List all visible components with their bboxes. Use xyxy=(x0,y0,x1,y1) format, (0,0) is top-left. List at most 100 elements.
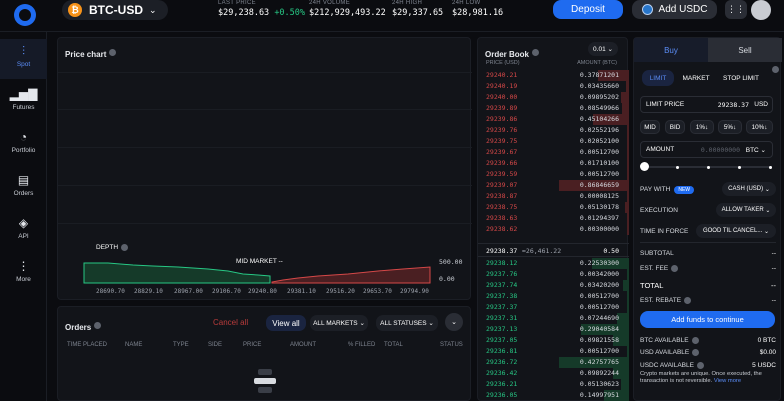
ask-price: 29240.19 xyxy=(486,82,518,90)
view-more-link[interactable]: View more xyxy=(714,378,741,384)
sidebar-item-more[interactable]: ⋮ More xyxy=(0,254,47,294)
bid-row[interactable]: 29237.05 0.09821558 xyxy=(478,335,629,346)
chip-10pct[interactable]: 10%↓ xyxy=(746,120,773,134)
collapse-chevron-icon[interactable]: ⌄ xyxy=(445,313,463,331)
bid-row[interactable]: 29236.21 0.05130623 xyxy=(478,379,629,390)
apps-grid-icon[interactable]: ⋮⋮ xyxy=(725,0,747,19)
trade-panel: Buy Sell LIMIT MARKET STOP LIMIT LIMIT P… xyxy=(633,37,782,401)
execution-dropdown[interactable]: ALLOW TAKER ⌄ xyxy=(716,203,776,217)
bid-amount: 0.03420200 xyxy=(579,281,619,289)
ask-row[interactable]: 29240.00 0.09895202 xyxy=(478,92,629,103)
add-funds-button[interactable]: Add funds to continue xyxy=(640,311,775,328)
sidebar-item-portfolio[interactable]: ◔ Portfolio xyxy=(0,125,47,165)
cancel-all-button[interactable]: Cancel all xyxy=(213,318,248,327)
order-type-market[interactable]: MARKET xyxy=(678,70,714,86)
info-icon[interactable] xyxy=(94,322,102,330)
market-selector[interactable]: ₿ BTC-USD ⌄ xyxy=(62,0,168,20)
chip-1pct[interactable]: 1%↓ xyxy=(690,120,714,134)
bid-row[interactable]: 29237.74 0.03420200 xyxy=(478,280,629,291)
info-icon[interactable] xyxy=(696,362,704,369)
bid-amount: 0.00512700 xyxy=(579,292,619,300)
ask-row[interactable]: 29239.89 0.08549966 xyxy=(478,103,629,114)
view-all-button[interactable]: View all xyxy=(266,315,306,331)
ask-price: 29238.75 xyxy=(486,203,518,211)
sidebar-item-orders[interactable]: ▤ Orders xyxy=(0,168,47,208)
sidebar: ⫶ Spot ▂▅▇ Futures ◔ Portfolio ▤ Orders ◈ API… xyxy=(0,32,47,401)
orders-panel: Orders Cancel all View all ALL MARKETS ⌄… xyxy=(57,306,471,401)
bid-price: 29236.72 xyxy=(486,358,518,366)
logo-icon[interactable] xyxy=(14,4,36,26)
ask-row[interactable]: 29238.62 0.00300000 xyxy=(478,224,629,235)
chip-bid[interactable]: BID xyxy=(665,120,685,134)
avatar[interactable] xyxy=(751,0,771,20)
sidebar-item-futures[interactable]: ▂▅▇ Futures xyxy=(0,82,47,122)
pay-with-dropdown[interactable]: CASH (USD) ⌄ xyxy=(722,182,776,196)
bid-depth-area xyxy=(83,262,271,284)
ask-depth-bar xyxy=(622,103,629,114)
bid-row[interactable]: 29236.05 0.14997951 xyxy=(478,390,629,401)
amount-input[interactable]: 0.00000000 xyxy=(701,146,740,154)
ask-amount: 0.02552196 xyxy=(579,126,619,134)
ask-row[interactable]: 29239.07 0.86846659 xyxy=(478,180,629,191)
ask-row[interactable]: 29239.66 0.01710100 xyxy=(478,158,629,169)
order-type-limit[interactable]: LIMIT xyxy=(642,70,674,86)
ask-row[interactable]: 29238.63 0.01294397 xyxy=(478,213,629,224)
ask-row[interactable]: 29240.21 0.37871201 xyxy=(478,70,629,81)
ask-row[interactable]: 29239.67 0.00512700 xyxy=(478,147,629,158)
ask-row[interactable]: 29239.86 0.45104266 xyxy=(478,114,629,125)
amount-unit-dropdown[interactable]: BTC ⌄ xyxy=(746,146,766,154)
amount-field[interactable]: AMOUNT 0.00000000 BTC ⌄ xyxy=(640,141,773,158)
bid-price: 29236.21 xyxy=(486,380,518,388)
bid-row[interactable]: 29238.12 0.22530300 xyxy=(478,258,629,269)
bid-row[interactable]: 29237.38 0.00512700 xyxy=(478,291,629,302)
info-icon[interactable] xyxy=(692,349,700,356)
bid-depth-bar xyxy=(623,280,629,291)
tab-sell[interactable]: Sell xyxy=(708,38,782,62)
ask-amount: 0.08549966 xyxy=(579,104,619,112)
ask-depth-bar xyxy=(621,92,629,103)
info-icon[interactable] xyxy=(671,265,679,272)
order-type-stop-limit[interactable]: STOP LIMIT xyxy=(718,70,764,86)
ask-depth-bar xyxy=(625,202,629,213)
chip-5pct[interactable]: 5%↓ xyxy=(718,120,742,134)
deposit-button[interactable]: Deposit xyxy=(553,0,623,19)
ask-row[interactable]: 29240.19 0.03435660 xyxy=(478,81,629,92)
bid-row[interactable]: 29236.72 0.42757765 xyxy=(478,357,629,368)
slider-handle[interactable] xyxy=(640,162,649,171)
tab-buy[interactable]: Buy xyxy=(634,38,708,62)
chip-mid[interactable]: MID xyxy=(640,120,660,134)
info-icon[interactable] xyxy=(691,337,699,344)
add-usdc-button[interactable]: Add USDC xyxy=(632,0,717,19)
bid-depth-bar xyxy=(627,291,629,302)
depth-chart[interactable] xyxy=(58,38,472,301)
info-icon[interactable] xyxy=(772,66,779,73)
ask-row[interactable]: 29238.75 0.05130178 xyxy=(478,202,629,213)
sidebar-item-api[interactable]: ◈ API xyxy=(0,211,47,251)
bid-row[interactable]: 29237.37 0.00512700 xyxy=(478,302,629,313)
ask-row[interactable]: 29239.76 0.02552196 xyxy=(478,125,629,136)
sidebar-item-spot[interactable]: ⫶ Spot xyxy=(0,39,47,79)
ask-row[interactable]: 29239.75 0.02052100 xyxy=(478,136,629,147)
bid-price: 29237.37 xyxy=(486,303,518,311)
statuses-dropdown[interactable]: ALL STATUSES ⌄ xyxy=(376,315,438,331)
limit-price-field[interactable]: LIMIT PRICE 29238.37 USD xyxy=(640,96,773,113)
more-icon: ⋮ xyxy=(17,259,30,273)
bid-row[interactable]: 29236.81 0.00512700 xyxy=(478,346,629,357)
ask-amount: 0.01294397 xyxy=(579,214,619,222)
bid-row[interactable]: 29237.31 0.07244690 xyxy=(478,313,629,324)
time-in-force-dropdown[interactable]: GOOD TIL CANCEL... ⌄ xyxy=(696,224,776,238)
increment-dropdown[interactable]: 0.01 ⌄ xyxy=(588,42,618,56)
bid-row[interactable]: 29237.13 0.29040584 xyxy=(478,324,629,335)
ask-row[interactable]: 29239.59 0.00512700 xyxy=(478,169,629,180)
ask-amount: 0.09895202 xyxy=(579,93,619,101)
layers-icon: ◈ xyxy=(18,216,29,230)
ask-row[interactable]: 29238.87 0.00008125 xyxy=(478,191,629,202)
ask-price: 29239.07 xyxy=(486,181,518,189)
info-icon[interactable] xyxy=(532,49,540,57)
stat-last-price: LAST PRICE $29,238.63 +0.50% xyxy=(218,0,306,18)
bid-amount: 0.09892244 xyxy=(579,369,619,377)
bid-row[interactable]: 29236.42 0.09892244 xyxy=(478,368,629,379)
markets-dropdown[interactable]: ALL MARKETS ⌄ xyxy=(310,315,368,331)
info-icon[interactable] xyxy=(684,297,692,304)
bid-row[interactable]: 29237.76 0.00342000 xyxy=(478,269,629,280)
